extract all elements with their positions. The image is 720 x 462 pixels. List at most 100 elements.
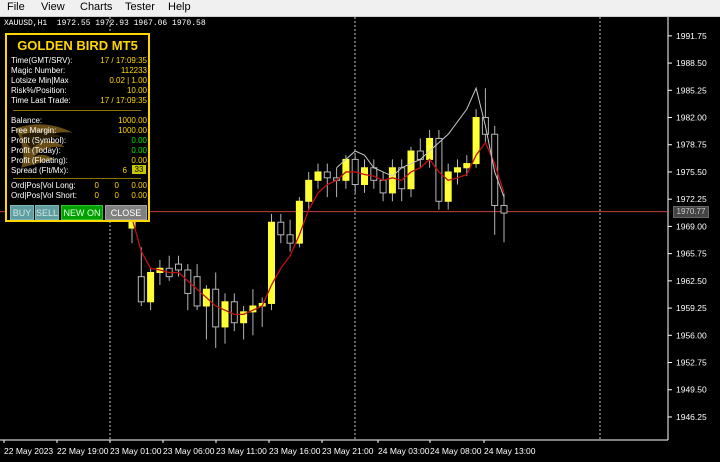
y-tick-label: 1972.25 bbox=[676, 194, 707, 204]
row-label: Profit (Symbol): bbox=[11, 136, 67, 145]
candle-body bbox=[305, 179, 313, 202]
row-label: Time(GMT/SRV): bbox=[11, 56, 73, 65]
x-tick-label: 22 May 2023 bbox=[4, 446, 53, 456]
candle-body bbox=[379, 179, 387, 194]
candle-body bbox=[388, 167, 396, 194]
x-tick-label: 23 May 21:00 bbox=[322, 446, 374, 456]
y-tick-label: 1991.75 bbox=[676, 31, 707, 41]
row-value: 17 / 17:09:35 bbox=[100, 96, 147, 105]
y-tick-label: 1985.25 bbox=[676, 85, 707, 95]
x-tick-label: 23 May 06:00 bbox=[163, 446, 215, 456]
candle-body bbox=[277, 221, 285, 236]
new-on-button[interactable]: NEW ON bbox=[61, 205, 103, 220]
row-label: Spread (Flt/Mx): bbox=[11, 166, 69, 175]
y-tick-label: 1962.50 bbox=[676, 276, 707, 286]
divider bbox=[13, 178, 141, 179]
candle-body bbox=[370, 167, 378, 181]
sell-button[interactable]: SELL bbox=[35, 205, 59, 220]
row-value: 0.00 bbox=[131, 146, 147, 155]
candle-body bbox=[212, 288, 220, 328]
current-price-tag: 1970.77 bbox=[673, 205, 709, 218]
y-tick-label: 1952.75 bbox=[676, 358, 707, 368]
ea-row-magic: Magic Number: 112233 bbox=[11, 66, 147, 76]
candle-body bbox=[361, 167, 368, 186]
ea-title: GOLDEN BIRD MT5 bbox=[17, 38, 138, 53]
short-volume: 0.00 bbox=[131, 191, 147, 200]
ea-row-short: Ord|Pos|Vol Short: 0 0 0.00 bbox=[11, 191, 147, 201]
row-label: Time Last Trade: bbox=[11, 96, 71, 105]
row-value: 17 / 17:09:35 bbox=[100, 56, 147, 65]
candle-body bbox=[137, 276, 145, 303]
ea-row-risk: Risk%/Position: 10.00 bbox=[11, 86, 147, 96]
ea-row-free-margin: Free Margin: 1000.00 bbox=[11, 126, 147, 136]
candle-body bbox=[500, 204, 508, 214]
y-tick-label: 1988.50 bbox=[676, 58, 707, 68]
y-tick-label: 1959.25 bbox=[676, 303, 707, 313]
row-label: Magic Number: bbox=[11, 66, 66, 75]
ea-row-spread: Spread (Flt/Mx): 6 33 bbox=[11, 165, 147, 176]
row-value: 0.00 bbox=[131, 156, 147, 165]
x-tick-label: 23 May 16:00 bbox=[269, 446, 321, 456]
y-tick-label: 1956.00 bbox=[676, 330, 707, 340]
candle-body bbox=[323, 171, 331, 179]
short-positions: 0 bbox=[114, 191, 119, 200]
x-tick-label: 23 May 01:00 bbox=[110, 446, 162, 456]
spread-max: 33 bbox=[132, 165, 146, 174]
short-orders: 0 bbox=[94, 191, 99, 200]
ea-row-balance: Balance: 1000.00 bbox=[11, 116, 147, 126]
y-tick-label: 1949.50 bbox=[676, 385, 707, 395]
candle-body bbox=[454, 167, 461, 173]
candle-body bbox=[221, 301, 229, 328]
long-positions: 0 bbox=[114, 181, 119, 190]
row-value: 1000.00 bbox=[118, 116, 147, 125]
y-tick-label: 1946.25 bbox=[676, 412, 707, 422]
y-tick-label: 1978.75 bbox=[676, 140, 707, 150]
x-tick-label: 22 May 19:00 bbox=[57, 446, 109, 456]
row-label: Free Margin: bbox=[11, 126, 57, 135]
x-tick-label: 24 May 13:00 bbox=[484, 446, 536, 456]
y-tick-label: 1975.50 bbox=[676, 167, 707, 177]
row-label: Balance: bbox=[11, 116, 43, 125]
close-button[interactable]: CLOSE bbox=[105, 205, 147, 220]
row-label: Risk%/Position: bbox=[11, 86, 67, 95]
ea-row-lotsize: Lotsize Min|Max 0.02 | 1.00 bbox=[11, 76, 147, 86]
row-label: Profit (Today): bbox=[11, 146, 61, 155]
row-label: Profit (Floating): bbox=[11, 156, 68, 165]
candle-body bbox=[175, 263, 182, 271]
candle-body bbox=[407, 150, 415, 190]
row-value: 0.00 bbox=[131, 136, 147, 145]
buy-button[interactable]: BUY bbox=[10, 205, 34, 220]
row-value: 1000.00 bbox=[118, 126, 147, 135]
row-label: Lotsize Min|Max bbox=[11, 76, 69, 85]
candle-body bbox=[463, 163, 471, 169]
candle-body bbox=[147, 271, 155, 303]
ea-row-last-trade: Time Last Trade: 17 / 17:09:35 bbox=[11, 96, 147, 106]
row-label: Ord|Pos|Vol Short: bbox=[11, 191, 77, 200]
divider bbox=[13, 110, 141, 111]
y-tick-label: 1965.75 bbox=[676, 249, 707, 259]
candle-body bbox=[295, 200, 303, 244]
x-tick-label: 24 May 08:00 bbox=[430, 446, 482, 456]
spread-value: 6 bbox=[122, 166, 127, 175]
ea-row-profit-floating: Profit (Floating): 0.00 bbox=[11, 156, 147, 166]
row-value: 10.00 bbox=[126, 86, 147, 95]
row-label: Ord|Pos|Vol Long: bbox=[11, 181, 76, 190]
x-tick-label: 23 May 11:00 bbox=[216, 446, 267, 456]
row-value: 112233 bbox=[120, 66, 147, 75]
ea-row-profit-symbol: Profit (Symbol): 0.00 bbox=[11, 136, 147, 146]
candle-body bbox=[444, 171, 452, 202]
long-volume: 0.00 bbox=[131, 181, 147, 190]
candle-body bbox=[286, 234, 294, 244]
ea-row-profit-today: Profit (Today): 0.00 bbox=[11, 146, 147, 156]
symbol-info: XAUUSD,H1 1972.55 1972.93 1967.06 1970.5… bbox=[4, 19, 206, 28]
candle-body bbox=[314, 171, 322, 181]
y-tick-label: 1982.00 bbox=[676, 113, 707, 123]
candle-body bbox=[230, 301, 238, 324]
long-orders: 0 bbox=[94, 181, 99, 190]
y-tick-label: 1969.00 bbox=[676, 221, 707, 231]
x-tick-label: 24 May 03:00 bbox=[378, 446, 430, 456]
ea-panel: GOLDEN BIRD MT5 Time(GMT/SRV): 17 / 17:0… bbox=[5, 33, 150, 222]
ea-row-time: Time(GMT/SRV): 17 / 17:09:35 bbox=[11, 56, 147, 66]
row-value: 0.02 | 1.00 bbox=[109, 76, 147, 85]
candle-body bbox=[342, 158, 350, 181]
